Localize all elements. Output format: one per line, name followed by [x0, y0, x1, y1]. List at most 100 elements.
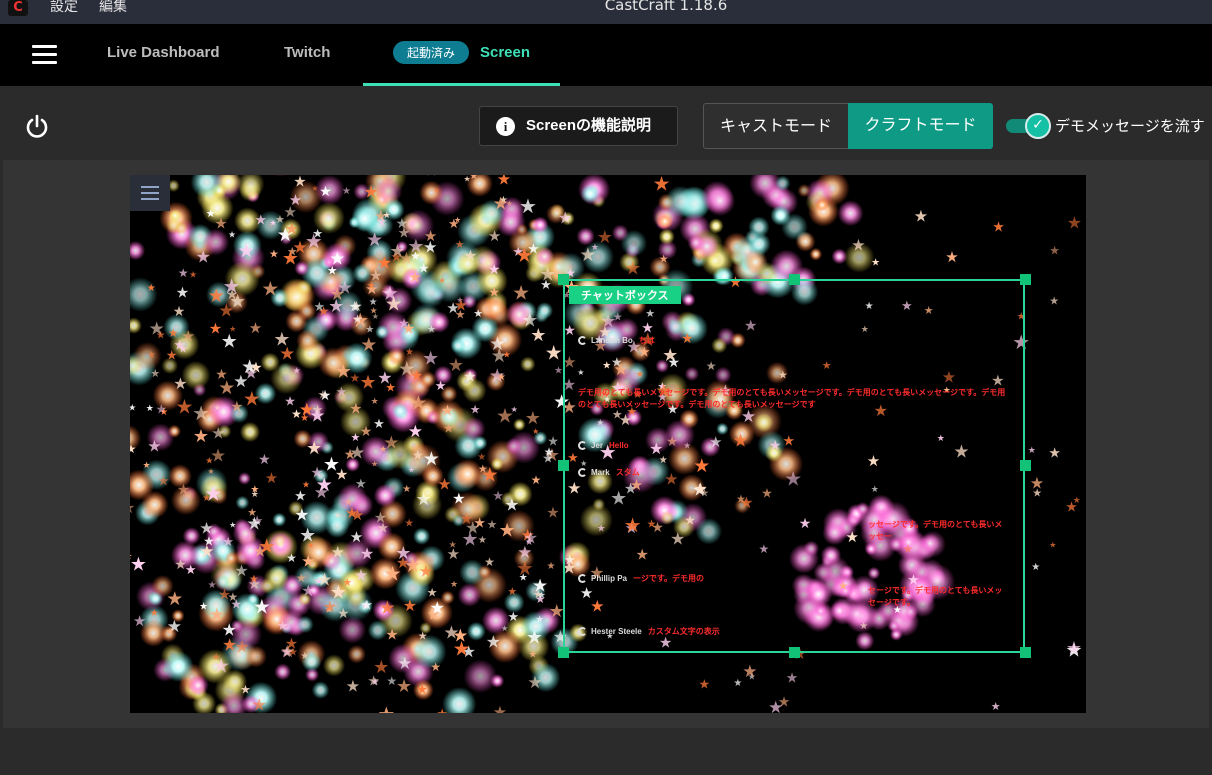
svg-text:★: ★ — [243, 387, 261, 411]
svg-text:★: ★ — [484, 555, 495, 569]
svg-text:★: ★ — [166, 588, 183, 610]
svg-text:★: ★ — [336, 385, 348, 400]
svg-text:★: ★ — [459, 509, 473, 528]
resize-handle-e[interactable] — [1020, 460, 1031, 471]
svg-text:★: ★ — [418, 262, 430, 277]
svg-text:★: ★ — [469, 175, 478, 182]
svg-text:★: ★ — [269, 248, 279, 261]
svg-text:★: ★ — [448, 355, 464, 376]
svg-text:★: ★ — [230, 398, 243, 416]
svg-text:★: ★ — [477, 452, 486, 463]
svg-text:★: ★ — [493, 702, 507, 713]
resize-handle-n[interactable] — [789, 274, 800, 285]
svg-text:★: ★ — [349, 399, 362, 417]
svg-text:★: ★ — [653, 175, 671, 196]
resize-handle-sw[interactable] — [558, 647, 569, 658]
svg-text:★: ★ — [214, 404, 222, 414]
tab-screen[interactable]: Screen — [480, 44, 530, 61]
resize-handle-se[interactable] — [1020, 647, 1031, 658]
svg-text:★: ★ — [398, 226, 411, 242]
svg-text:★: ★ — [279, 344, 295, 365]
svg-text:★: ★ — [350, 371, 361, 385]
svg-text:★: ★ — [515, 243, 533, 267]
svg-text:★: ★ — [452, 490, 465, 508]
svg-text:★: ★ — [249, 319, 262, 337]
cast-mode-button[interactable]: キャストモード — [703, 103, 848, 149]
svg-text:★: ★ — [173, 304, 186, 320]
hamburger-menu-icon[interactable] — [32, 45, 57, 65]
demo-message-toggle[interactable]: ✓ — [1006, 113, 1051, 139]
chat-long-message: デモ用のとても長いメッセージです。デモ用のとても長いメッセージです。デモ用のとて… — [578, 388, 1006, 409]
svg-text:★: ★ — [355, 477, 367, 492]
svg-text:★: ★ — [284, 219, 299, 239]
svg-text:★: ★ — [204, 482, 222, 506]
svg-text:★: ★ — [192, 401, 210, 425]
svg-text:★: ★ — [249, 572, 259, 585]
craft-mode-button[interactable]: クラフトモード — [848, 103, 993, 149]
resize-handle-s[interactable] — [789, 647, 800, 658]
svg-text:★: ★ — [310, 463, 323, 481]
svg-text:★: ★ — [914, 206, 928, 225]
svg-text:★: ★ — [403, 596, 417, 615]
svg-text:★: ★ — [176, 394, 194, 418]
svg-text:★: ★ — [519, 572, 528, 583]
svg-text:★: ★ — [354, 566, 368, 585]
tab-twitch[interactable]: Twitch — [284, 44, 330, 61]
svg-text:★: ★ — [377, 521, 390, 537]
svg-text:★: ★ — [455, 238, 465, 251]
svg-text:★: ★ — [284, 395, 296, 410]
svg-text:★: ★ — [222, 535, 234, 550]
svg-text:★: ★ — [261, 276, 279, 300]
svg-text:★: ★ — [342, 186, 351, 197]
svg-text:★: ★ — [178, 266, 189, 280]
svg-text:★: ★ — [535, 614, 544, 625]
check-icon: ✓ — [1025, 113, 1051, 139]
overlay-preview-canvas[interactable]: ★ ★ ★ ★ ★ ★ ★ ★ ★ ★ ★ ★ ★ ★ ★ ★ ★ ★ ★ ★ ★ ★ ★ ★ ★ ★ ★ ★ ★ ★ ★ ★ ★ ★ ★ ★ ★ ★ ★ ★… — [130, 175, 1086, 713]
svg-text:★: ★ — [366, 279, 376, 292]
svg-text:★: ★ — [547, 561, 556, 572]
svg-text:★: ★ — [402, 319, 415, 337]
screen-help-button[interactable]: i Screenの機能説明 — [479, 106, 678, 146]
svg-text:★: ★ — [427, 586, 438, 600]
info-icon: i — [496, 117, 515, 136]
svg-text:★: ★ — [526, 627, 543, 649]
svg-text:★: ★ — [360, 544, 374, 563]
svg-text:★: ★ — [348, 297, 361, 315]
svg-text:★: ★ — [255, 213, 268, 229]
resize-handle-w[interactable] — [558, 460, 569, 471]
canvas-menu-icon[interactable] — [130, 175, 170, 211]
svg-text:★: ★ — [386, 674, 397, 688]
resize-handle-ne[interactable] — [1020, 274, 1031, 285]
svg-text:★: ★ — [199, 519, 213, 538]
svg-text:★: ★ — [412, 448, 424, 463]
svg-text:★: ★ — [435, 379, 447, 394]
svg-text:★: ★ — [945, 248, 958, 266]
svg-text:★: ★ — [337, 606, 350, 622]
svg-text:★: ★ — [487, 518, 498, 532]
svg-text:★: ★ — [424, 227, 437, 245]
svg-text:★: ★ — [234, 638, 249, 658]
svg-text:★: ★ — [240, 683, 251, 697]
svg-text:★: ★ — [208, 580, 217, 591]
tab-live-dashboard[interactable]: Live Dashboard — [107, 44, 220, 61]
svg-text:★: ★ — [488, 262, 501, 278]
power-icon[interactable] — [24, 114, 50, 140]
svg-text:★: ★ — [419, 561, 433, 580]
svg-text:★: ★ — [238, 240, 255, 262]
svg-text:★: ★ — [742, 662, 757, 682]
chat-long-message: ッセージです。デモ用のとても長いメッセー — [868, 520, 1003, 541]
svg-text:★: ★ — [371, 397, 379, 407]
svg-text:★: ★ — [1048, 446, 1061, 462]
svg-text:★: ★ — [395, 543, 411, 564]
svg-text:★: ★ — [331, 542, 345, 561]
svg-text:★: ★ — [178, 342, 188, 355]
chat-message: Landon Bo ちは — [578, 335, 655, 346]
svg-text:★: ★ — [215, 367, 228, 383]
svg-text:★: ★ — [1028, 446, 1036, 456]
svg-text:★: ★ — [168, 326, 179, 340]
screen-help-label: Screenの機能説明 — [526, 117, 652, 134]
svg-text:★: ★ — [558, 208, 573, 228]
svg-text:★: ★ — [512, 281, 530, 305]
resize-handle-nw[interactable] — [558, 274, 569, 285]
svg-text:★: ★ — [497, 372, 506, 383]
